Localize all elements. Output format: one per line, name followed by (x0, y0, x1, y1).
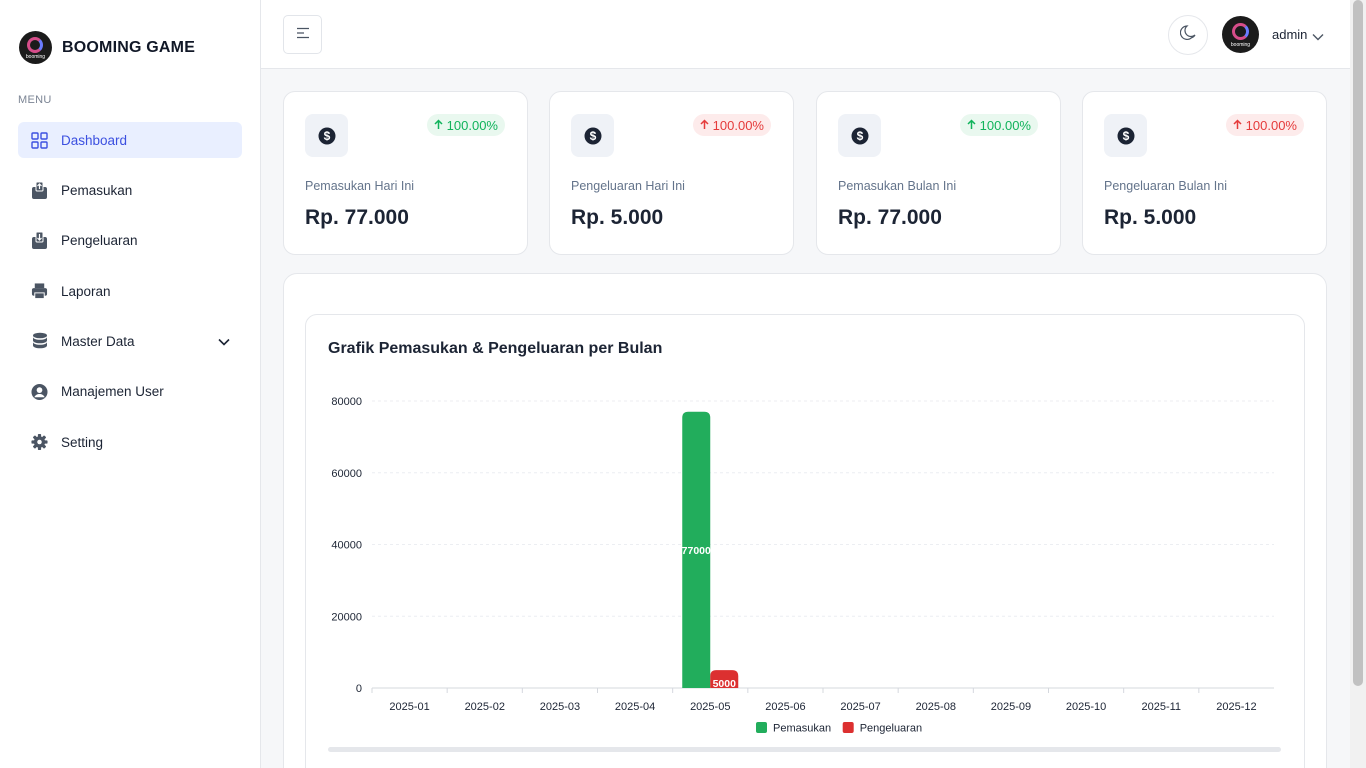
sidebar-nav: Dashboard Pemasukan Pengeluaran Laporan … (18, 122, 242, 475)
chart-horizontal-scrollbar[interactable] (328, 747, 1281, 752)
dollar-icon: $ (305, 114, 348, 157)
moon-icon (1179, 24, 1197, 46)
card-value: Rp. 5.000 (571, 206, 664, 229)
sidebar-item-label: Master Data (61, 334, 135, 350)
change-value: 100.00% (712, 117, 764, 133)
chart-card: Grafik Pemasukan & Pengeluaran per Bulan… (305, 314, 1305, 768)
theme-toggle-button[interactable] (1168, 15, 1208, 55)
avatar-text: booming (1230, 42, 1251, 48)
brand-logo-text: booming (25, 54, 46, 60)
x-tick-label: 2025-08 (916, 701, 956, 713)
bar-chart: 0 20000 40000 60000 80000 2025-01 2025-02 2025-… (331, 396, 1274, 735)
x-tick-label: 2025-12 (1216, 701, 1256, 713)
stat-card-pengeluaran-hari-ini: $ 100.00% Pengeluaran Hari Ini Rp. 5.000 (549, 91, 794, 255)
user-name[interactable]: admin (1272, 27, 1307, 42)
brand[interactable]: booming BOOMING GAME (19, 31, 195, 64)
y-tick-label: 0 (356, 683, 362, 695)
svg-text:$: $ (1122, 129, 1129, 143)
x-tick-label: 2025-06 (765, 701, 805, 713)
sidebar-item-label: Pemasukan (61, 182, 133, 198)
printer-icon (31, 283, 48, 300)
change-badge: 100.00% (1225, 114, 1304, 136)
avatar[interactable]: booming (1222, 16, 1259, 53)
stat-card-pemasukan-hari-ini: $ 100.00% Pemasukan Hari Ini Rp. 77.000 (283, 91, 528, 255)
x-tick-label: 2025-07 (840, 701, 880, 713)
y-tick-label: 40000 (331, 540, 362, 552)
sidebar-item-label: Laporan (61, 283, 111, 299)
y-tick-label: 60000 (331, 468, 362, 480)
change-badge: 100.00% (426, 114, 505, 136)
svg-text:$: $ (323, 129, 330, 143)
gear-icon (31, 434, 48, 451)
sidebar: booming BOOMING GAME MENU Dashboard Pema… (0, 0, 261, 768)
legend-swatch (842, 722, 854, 733)
data-label: 5000 (713, 678, 737, 690)
change-value: 100.00% (979, 117, 1031, 133)
sidebar-item-label: Manajemen User (61, 384, 164, 400)
card-value: Rp. 77.000 (305, 206, 409, 229)
x-tick-label: 2025-09 (991, 701, 1031, 713)
y-tick-label: 20000 (331, 611, 362, 623)
change-badge: 100.00% (959, 114, 1038, 136)
sidebar-item-label: Dashboard (61, 132, 128, 148)
grid-icon (31, 131, 48, 149)
sidebar-toggle-button[interactable] (283, 15, 322, 54)
x-tick-label: 2025-04 (615, 701, 655, 713)
sidebar-item-master-data[interactable]: Master Data (18, 324, 242, 360)
card-label: Pemasukan Hari Ini (305, 179, 415, 193)
dollar-icon: $ (571, 114, 614, 157)
sidebar-item-setting[interactable]: Setting (18, 424, 242, 460)
card-label: Pengeluaran Hari Ini (571, 179, 685, 193)
legend-label: Pengeluaran (860, 723, 922, 735)
card-value: Rp. 5.000 (1104, 206, 1197, 229)
menu-title: MENU (18, 94, 52, 106)
top-bar: booming admin (261, 0, 1350, 69)
sidebar-item-label: Setting (61, 434, 104, 450)
legend-swatch (756, 722, 767, 733)
brand-name: BOOMING GAME (62, 38, 196, 56)
x-tick-label: 2025-01 (389, 701, 429, 713)
change-badge: 100.00% (692, 114, 771, 136)
chevron-down-icon[interactable] (1312, 28, 1324, 46)
database-icon (31, 332, 48, 350)
svg-text:$: $ (589, 129, 596, 143)
arrow-up-icon (434, 118, 443, 133)
arrow-up-icon (1233, 118, 1242, 133)
download-box-icon (31, 231, 48, 250)
y-tick-label: 80000 (331, 396, 362, 408)
sidebar-item-label: Pengeluaran (61, 233, 138, 249)
legend-label: Pemasukan (773, 723, 831, 735)
page-scrollbar-thumb[interactable] (1353, 0, 1363, 686)
x-tick-label: 2025-10 (1066, 701, 1106, 713)
card-label: Pemasukan Bulan Ini (838, 179, 957, 193)
x-tick-label: 2025-02 (465, 701, 505, 713)
page-scrollbar[interactable] (1350, 0, 1366, 768)
sidebar-item-laporan[interactable]: Laporan (18, 273, 242, 309)
sidebar-item-dashboard[interactable]: Dashboard (18, 122, 242, 158)
x-tick-label: 2025-05 (690, 701, 730, 713)
change-value: 100.00% (1245, 117, 1297, 133)
x-tick-label: 2025-03 (540, 701, 580, 713)
sidebar-item-pemasukan[interactable]: Pemasukan (18, 172, 242, 208)
svg-text:$: $ (856, 129, 863, 143)
upload-box-icon (31, 181, 48, 199)
sidebar-item-pengeluaran[interactable]: Pengeluaran (18, 223, 242, 259)
arrow-up-icon (700, 118, 709, 133)
chevron-down-icon[interactable] (218, 333, 230, 351)
card-label: Pengeluaran Bulan Ini (1104, 179, 1228, 193)
stat-card-pengeluaran-bulan-ini: $ 100.00% Pengeluaran Bulan Ini Rp. 5.00… (1082, 91, 1327, 255)
brand-logo: booming (19, 31, 52, 64)
dollar-icon: $ (838, 114, 881, 157)
user-circle-icon (31, 383, 48, 400)
data-label: 77000 (682, 545, 711, 557)
stat-card-pemasukan-bulan-ini: $ 100.00% Pemasukan Bulan Ini Rp. 77.000 (816, 91, 1061, 255)
arrow-up-icon (967, 118, 976, 133)
menu-icon (296, 26, 310, 44)
x-tick-label: 2025-11 (1141, 701, 1181, 713)
sidebar-item-manajemen-user[interactable]: Manajemen User (18, 374, 242, 410)
change-value: 100.00% (446, 117, 498, 133)
card-value: Rp. 77.000 (838, 206, 942, 229)
dollar-icon: $ (1104, 114, 1147, 157)
